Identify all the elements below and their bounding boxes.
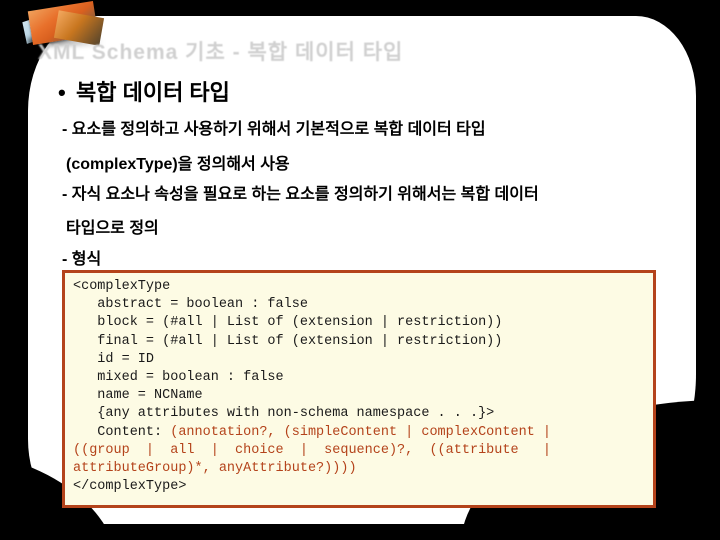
list-item-marker: -: [62, 121, 68, 138]
code-line: ((group | all | choice | sequence)?, ((a…: [73, 442, 645, 460]
code-token: id = ID: [73, 351, 155, 367]
code-line: <complexType: [73, 278, 645, 296]
code-line: </complexType>: [73, 478, 645, 496]
list-item-text: 자식 요소나 속성을 필요로 하는 요소를 정의하기 위해서는 복합 데이터: [71, 186, 539, 203]
code-line: id = ID: [73, 351, 645, 369]
slide-canvas: XML Schema 기초 - 복합 데이터 타입 • 복합 데이터 타입 - 요…: [0, 0, 720, 540]
code-line: name = NCName: [73, 387, 645, 405]
code-line: {any attributes with non-schema namespac…: [73, 405, 645, 423]
list-item-text: 형식: [71, 251, 102, 268]
code-token: (annotation?, (simpleContent | complexCo…: [170, 424, 551, 440]
code-token: block = (#all | List of (extension | res…: [73, 315, 503, 331]
code-token: name = NCName: [73, 388, 203, 404]
code-line: attributeGroup)*, anyAttribute?)))): [73, 460, 645, 478]
list-item: - 요소를 정의하고 사용하기 위해서 기본적으로 복합 데이터 타입: [62, 115, 486, 139]
code-token: attributeGroup)*, anyAttribute?)))): [73, 461, 357, 477]
code-token: Content:: [73, 424, 171, 440]
list-item: - 형식: [62, 245, 101, 269]
list-item: - 자식 요소나 속성을 필요로 하는 요소를 정의하기 위해서는 복합 데이터: [62, 180, 539, 204]
list-item-marker: -: [62, 186, 68, 203]
code-token: ((group | all | choice | sequence)?, ((a…: [73, 442, 551, 458]
list-item-text: 타입으로 정의: [66, 220, 159, 237]
code-token: {any attributes with non-schema namespac…: [73, 406, 495, 422]
heading-bullet-line: • 복합 데이터 타입: [58, 75, 230, 107]
code-line: mixed = boolean : false: [73, 369, 645, 387]
code-token: </complexType>: [73, 479, 187, 495]
bullet-marker: •: [58, 80, 66, 105]
code-token: <complexType: [73, 279, 171, 294]
code-token: abstract = boolean : false: [73, 297, 308, 313]
code-snippet-text: <complexType abstract = boolean : false …: [73, 278, 645, 496]
code-token: final = (#all | List of (extension | res…: [73, 333, 503, 349]
code-line: block = (#all | List of (extension | res…: [73, 314, 645, 332]
list-item-marker: -: [62, 251, 68, 268]
code-line: final = (#all | List of (extension | res…: [73, 333, 645, 351]
code-line: abstract = boolean : false: [73, 296, 645, 314]
list-item: (complexType)을 정의해서 사용: [66, 150, 290, 174]
code-token: mixed = boolean : false: [73, 370, 284, 386]
list-item-text: (complexType)을 정의해서 사용: [66, 156, 290, 173]
heading-text: 복합 데이터 타입: [76, 80, 230, 105]
list-item: 타입으로 정의: [66, 214, 159, 238]
slide-body: • 복합 데이터 타입 - 요소를 정의하고 사용하기 위해서 기본적으로 복합 …: [0, 0, 720, 540]
code-line: Content: (annotation?, (simpleContent | …: [73, 424, 645, 442]
code-snippet-box: <complexType abstract = boolean : false …: [62, 270, 656, 508]
list-item-text: 요소를 정의하고 사용하기 위해서 기본적으로 복합 데이터 타입: [71, 121, 486, 138]
